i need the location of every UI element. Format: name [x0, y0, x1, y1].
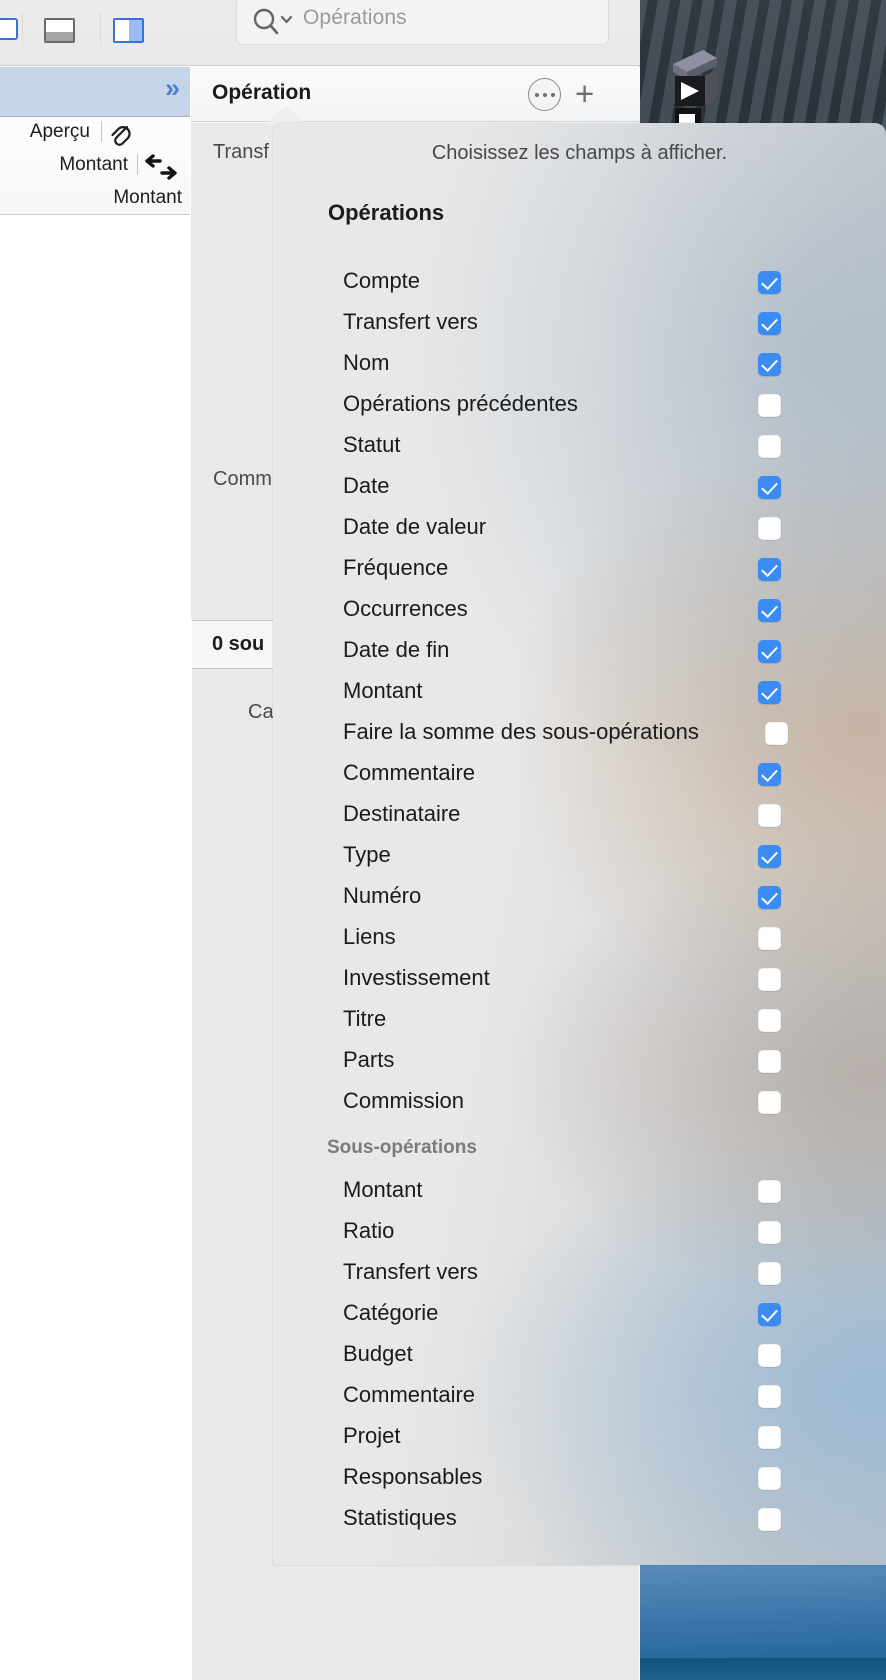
field-option-label[interactable]: Montant: [343, 678, 423, 704]
field-option-checkbox[interactable]: [758, 558, 781, 581]
row-divider: [101, 121, 102, 142]
field-option-label[interactable]: Occurrences: [343, 596, 468, 622]
sidebar-row-label: Montant: [113, 187, 182, 208]
field-option-label[interactable]: Date de valeur: [343, 514, 486, 540]
field-option-checkbox[interactable]: [758, 271, 781, 294]
toolbar-divider: [22, 13, 23, 47]
search-placeholder: Opérations: [303, 6, 407, 29]
field-option-checkbox[interactable]: [758, 845, 781, 868]
choose-fields-popover: Choisissez les champs à afficher. Opérat…: [273, 123, 886, 1565]
field-option-label[interactable]: Compte: [343, 268, 420, 294]
field-option-checkbox[interactable]: [758, 1091, 781, 1114]
toolbar: Opérations: [0, 0, 640, 66]
field-option-label[interactable]: Liens: [343, 924, 396, 950]
field-option-checkbox[interactable]: [758, 1303, 781, 1326]
field-option-label[interactable]: Budget: [343, 1341, 413, 1367]
field-option-checkbox[interactable]: [765, 722, 788, 745]
field-option-checkbox[interactable]: [758, 640, 781, 663]
field-option-checkbox[interactable]: [758, 1467, 781, 1490]
screen: Opérations » Aperçu Montant Montant Opér…: [0, 0, 886, 1680]
more-options-button[interactable]: [528, 78, 561, 111]
field-label-commentaire: Comm: [213, 468, 272, 490]
sidebar-row-montant[interactable]: Montant: [0, 150, 190, 183]
field-option-label[interactable]: Investissement: [343, 965, 490, 991]
field-option-label[interactable]: Transfert vers: [343, 1259, 478, 1285]
field-option-label[interactable]: Date: [343, 473, 389, 499]
row-divider: [137, 154, 138, 175]
detail-header: Opération +: [191, 67, 640, 122]
sidebar-row-apercu[interactable]: Aperçu: [0, 117, 190, 150]
field-option-label[interactable]: Type: [343, 842, 391, 868]
double-chevron-right-icon[interactable]: »: [165, 75, 180, 102]
field-option-checkbox[interactable]: [758, 353, 781, 376]
sidebar-header: »: [0, 67, 190, 117]
chevron-down-icon: [280, 15, 293, 24]
split-view-left-icon[interactable]: [0, 18, 18, 40]
field-option-label[interactable]: Opérations précédentes: [343, 391, 578, 417]
sidebar-row-montant-2[interactable]: Montant: [0, 183, 190, 216]
field-option-label[interactable]: Responsables: [343, 1464, 482, 1490]
field-option-label[interactable]: Date de fin: [343, 637, 449, 663]
field-option-label[interactable]: Fréquence: [343, 555, 448, 581]
field-option-label[interactable]: Nom: [343, 350, 389, 376]
field-option-label[interactable]: Commentaire: [343, 760, 475, 786]
add-button[interactable]: +: [575, 77, 594, 110]
field-option-checkbox[interactable]: [758, 476, 781, 499]
field-option-checkbox[interactable]: [758, 1262, 781, 1285]
field-option-checkbox[interactable]: [758, 968, 781, 991]
field-option-label[interactable]: Statut: [343, 432, 400, 458]
field-label-categorie: Ca: [248, 701, 274, 723]
sidebar-empty-area: [0, 215, 190, 1680]
field-option-checkbox[interactable]: [758, 1385, 781, 1408]
field-option-checkbox[interactable]: [758, 886, 781, 909]
field-option-label[interactable]: Ratio: [343, 1218, 394, 1244]
section-title-sous-operations: Sous-opérations: [327, 1137, 477, 1158]
search-icon: [253, 8, 293, 35]
field-option-checkbox[interactable]: [758, 1344, 781, 1367]
field-option-checkbox[interactable]: [758, 599, 781, 622]
sidebar-row-label: Montant: [59, 154, 128, 175]
field-option-label[interactable]: Numéro: [343, 883, 421, 909]
field-option-label[interactable]: Catégorie: [343, 1300, 438, 1326]
field-option-checkbox[interactable]: [758, 927, 781, 950]
field-option-label[interactable]: Faire la somme des sous-opérations: [343, 719, 699, 745]
field-option-label[interactable]: Commentaire: [343, 1382, 475, 1408]
field-option-checkbox[interactable]: [758, 681, 781, 704]
field-option-checkbox[interactable]: [758, 1009, 781, 1032]
group-title-operations: Opérations: [328, 200, 445, 225]
field-option-checkbox[interactable]: [758, 1426, 781, 1449]
sidebar-row-label: Aperçu: [29, 121, 90, 142]
field-option-label[interactable]: Projet: [343, 1423, 400, 1449]
transfer-arrows-icon[interactable]: [144, 152, 180, 182]
field-option-checkbox[interactable]: [758, 517, 781, 540]
bottom-pane-toggle-icon[interactable]: [44, 18, 75, 43]
field-option-checkbox[interactable]: [758, 312, 781, 335]
right-pane-toggle-icon[interactable]: [113, 18, 144, 43]
field-option-label[interactable]: Statistiques: [343, 1505, 457, 1531]
toolbar-divider: [100, 13, 101, 47]
search-input[interactable]: Opérations: [236, 0, 609, 45]
field-option-checkbox[interactable]: [758, 763, 781, 786]
popover-header-text: Choisissez les champs à afficher.: [431, 142, 728, 164]
field-option-label[interactable]: Destinataire: [343, 801, 460, 827]
subops-count: 0 sou: [212, 633, 265, 655]
field-option-checkbox[interactable]: [758, 1508, 781, 1531]
field-option-checkbox[interactable]: [758, 1221, 781, 1244]
field-option-label[interactable]: Titre: [343, 1006, 386, 1032]
dock-strip: [633, 1658, 886, 1680]
field-option-checkbox[interactable]: [758, 394, 781, 417]
sidebar-rows: Aperçu Montant Montant: [0, 117, 190, 215]
field-option-label[interactable]: Parts: [343, 1047, 394, 1073]
field-option-label[interactable]: Transfert vers: [343, 309, 478, 335]
field-option-checkbox[interactable]: [758, 435, 781, 458]
page-title: Opération: [212, 81, 312, 104]
field-option-checkbox[interactable]: [758, 1050, 781, 1073]
paperclip-icon[interactable]: [108, 119, 134, 147]
field-label-transfert: Transf: [213, 141, 269, 163]
field-option-checkbox[interactable]: [758, 804, 781, 827]
field-option-label[interactable]: Commission: [343, 1088, 464, 1114]
field-option-label[interactable]: Montant: [343, 1177, 423, 1203]
popover-arrow: [264, 103, 308, 125]
field-option-checkbox[interactable]: [758, 1180, 781, 1203]
